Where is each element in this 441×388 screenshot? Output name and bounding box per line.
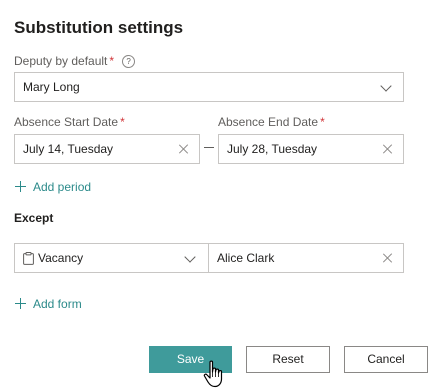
plus-icon xyxy=(15,181,26,192)
absence-end-value: July 28, Tuesday xyxy=(227,142,318,156)
deputy-value: Mary Long xyxy=(23,80,80,94)
required-marker: * xyxy=(120,115,125,129)
hand-cursor-icon xyxy=(203,360,223,388)
deputy-label-text: Deputy by default xyxy=(14,54,108,68)
absence-start-value: July 14, Tuesday xyxy=(23,142,114,156)
page-title: Substitution settings xyxy=(14,18,184,37)
deputy-dropdown[interactable]: Mary Long xyxy=(14,72,404,102)
except-person-value: Alice Clark xyxy=(217,251,275,265)
clear-icon[interactable] xyxy=(179,144,189,154)
except-heading: Except xyxy=(14,211,54,225)
add-period-link[interactable]: Add period xyxy=(15,180,91,194)
reset-button[interactable]: Reset xyxy=(246,346,330,373)
absence-start-date-field[interactable]: July 14, Tuesday xyxy=(14,134,200,164)
add-period-label: Add period xyxy=(33,180,92,194)
clear-icon[interactable] xyxy=(383,253,393,263)
clear-icon[interactable] xyxy=(383,144,393,154)
date-range-separator xyxy=(204,147,214,148)
absence-end-label: Absence End Date * xyxy=(218,115,325,129)
required-marker: * xyxy=(109,54,115,68)
absence-end-date-field[interactable]: July 28, Tuesday xyxy=(218,134,404,164)
add-form-link[interactable]: Add form xyxy=(15,297,82,311)
clipboard-icon xyxy=(23,252,34,265)
required-marker: * xyxy=(320,115,325,129)
except-person-field[interactable]: Alice Clark xyxy=(208,243,404,273)
cancel-button[interactable]: Cancel xyxy=(344,346,428,373)
except-form-value: Vacancy xyxy=(38,251,84,265)
absence-start-label-text: Absence Start Date xyxy=(14,115,119,129)
plus-icon xyxy=(15,298,26,309)
absence-start-label: Absence Start Date * xyxy=(14,115,125,129)
chevron-down-icon xyxy=(380,80,392,92)
deputy-label: Deputy by default *? xyxy=(14,54,136,68)
chevron-down-icon xyxy=(184,251,196,263)
help-icon[interactable]: ? xyxy=(122,55,136,68)
except-form-dropdown[interactable]: Vacancy xyxy=(14,243,209,273)
add-form-label: Add form xyxy=(33,297,82,311)
absence-end-label-text: Absence End Date xyxy=(218,115,319,129)
